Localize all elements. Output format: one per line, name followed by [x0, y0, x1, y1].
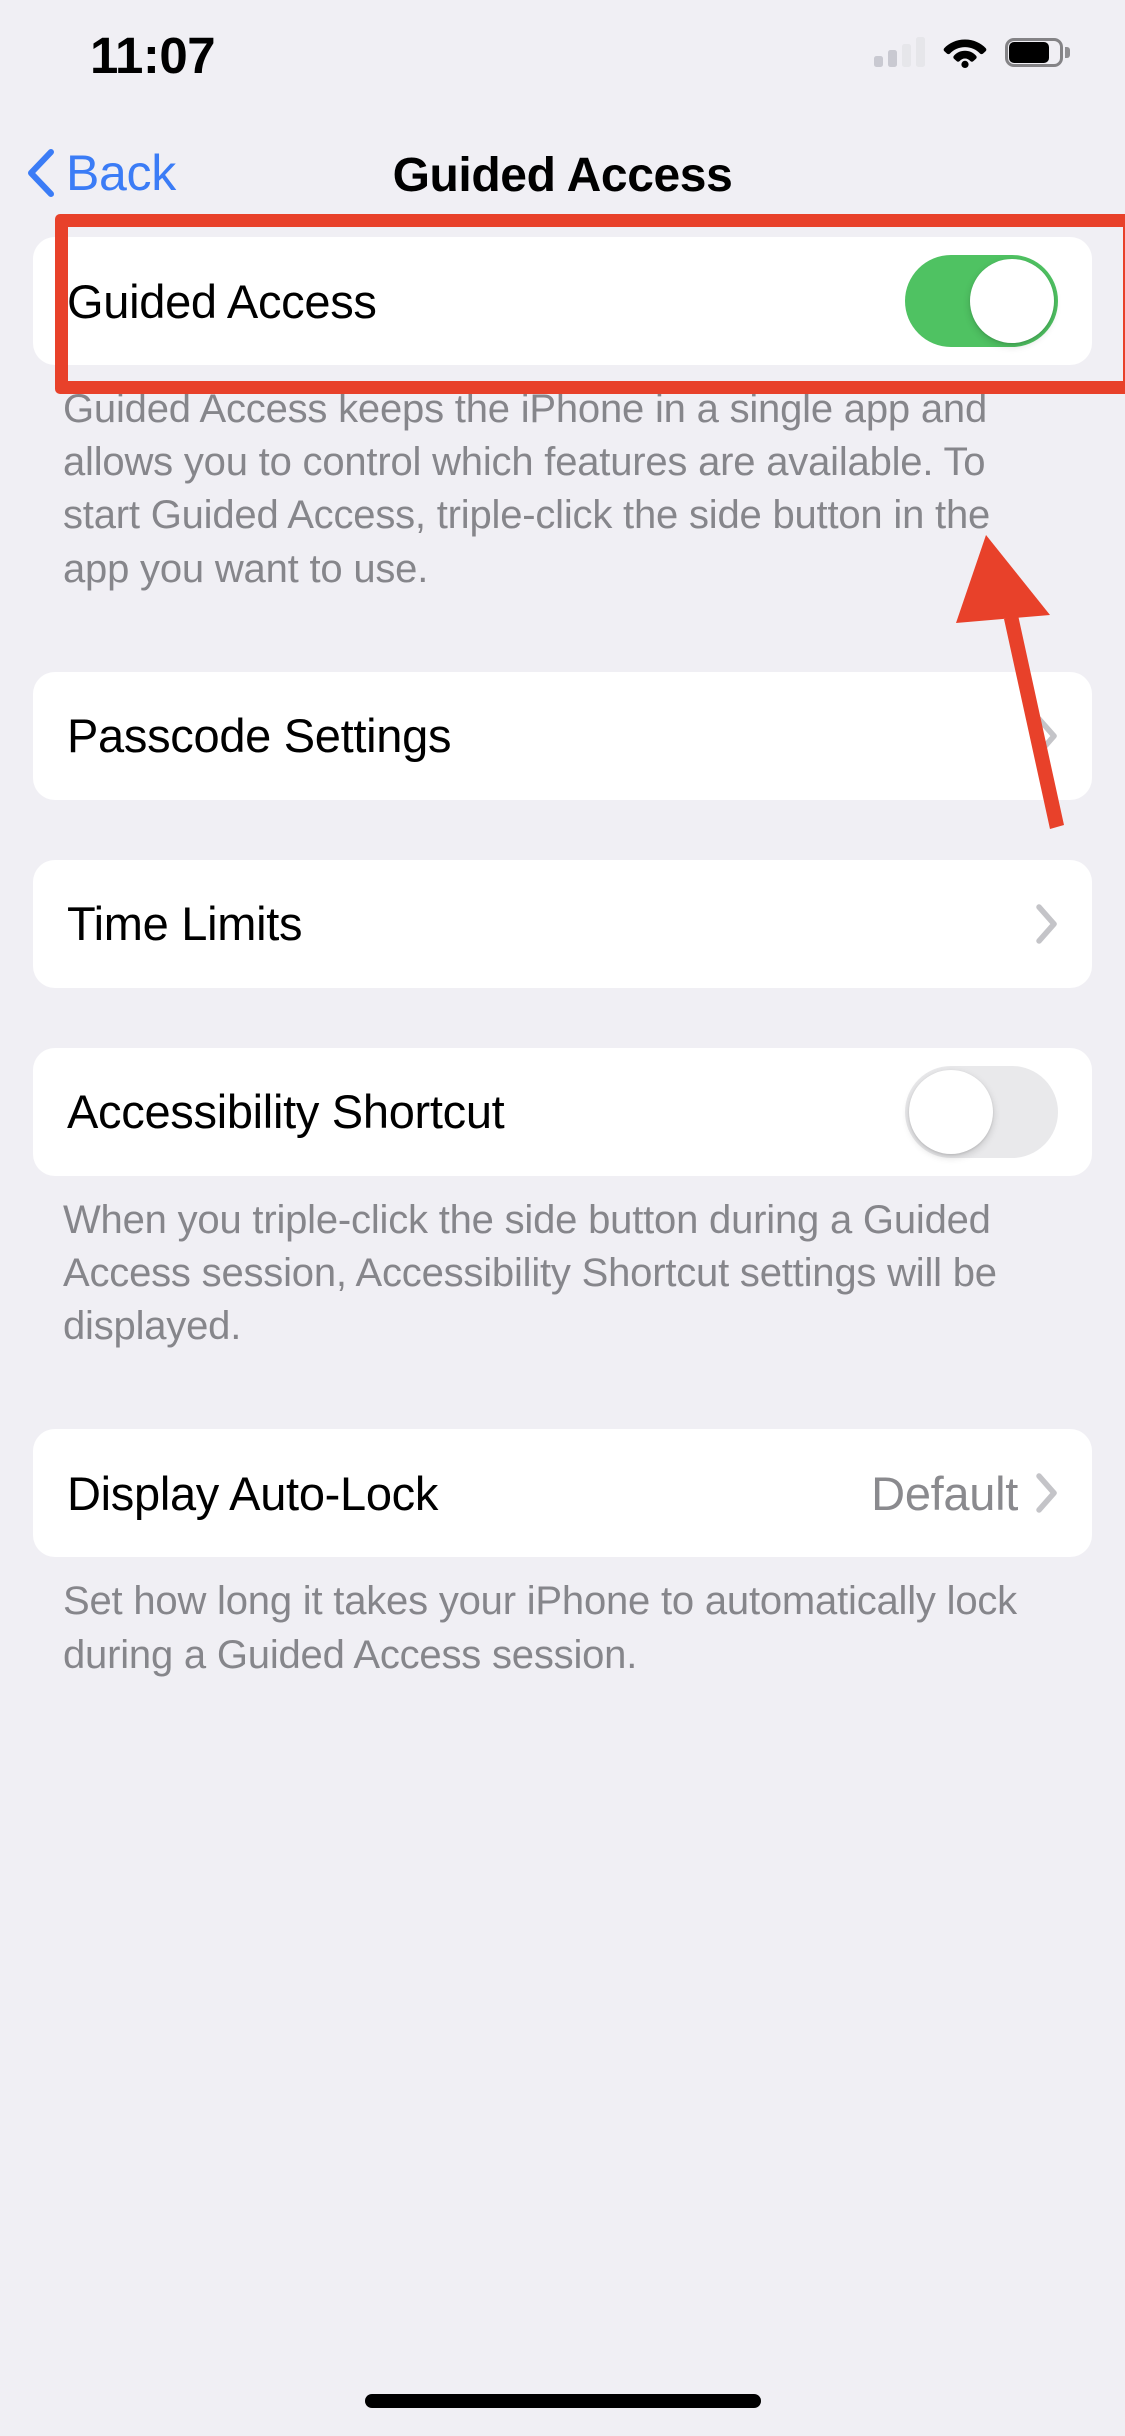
toggle-knob — [970, 259, 1054, 343]
status-bar: 11:07 — [0, 0, 1125, 132]
guided-access-card: Guided Access — [33, 214, 1125, 394]
passcode-settings-card: Passcode Settings — [33, 671, 1092, 800]
guided-access-label: Guided Access — [67, 274, 377, 328]
guided-access-row[interactable]: Guided Access — [33, 237, 1092, 365]
accessibility-shortcut-card: Accessibility Shortcut — [33, 1047, 1092, 1176]
accessibility-shortcut-footnote: When you triple-click the side button du… — [63, 1197, 997, 1349]
accessibility-shortcut-label: Accessibility Shortcut — [67, 1085, 505, 1139]
status-bar-indicators — [874, 28, 1070, 76]
status-bar-clock: 11:07 — [90, 27, 216, 84]
cellular-signal-icon — [874, 37, 925, 67]
home-indicator — [364, 2394, 761, 2408]
display-auto-lock-value: Default — [871, 1466, 1018, 1520]
guided-access-toggle[interactable] — [905, 255, 1058, 347]
page-title: Guided Access — [392, 149, 733, 202]
battery-icon — [1005, 37, 1070, 67]
navigation-bar: Back Guided Access — [0, 132, 1125, 237]
chevron-right-icon — [1036, 1473, 1058, 1514]
iphone-screen: 11:07 Back Guided Access Guided Access G… — [0, 0, 1125, 2436]
chevron-right-icon — [1036, 716, 1058, 756]
wifi-icon — [943, 36, 987, 68]
settings-list: Guided Access Guided Access keeps the iP… — [0, 214, 1125, 1682]
display-auto-lock-row[interactable]: Display Auto-Lock Default — [33, 1429, 1092, 1557]
time-limits-row[interactable]: Time Limits — [33, 860, 1092, 988]
time-limits-label: Time Limits — [67, 897, 303, 951]
accessibility-shortcut-toggle[interactable] — [905, 1065, 1058, 1158]
toggle-knob — [909, 1069, 993, 1154]
accessibility-shortcut-row[interactable]: Accessibility Shortcut — [33, 1048, 1092, 1176]
display-auto-lock-label: Display Auto-Lock — [67, 1466, 439, 1520]
display-auto-lock-card: Display Auto-Lock Default — [33, 1429, 1092, 1558]
display-auto-lock-footnote: Set how long it takes your iPhone to aut… — [63, 1579, 1017, 1677]
chevron-right-icon — [1036, 904, 1058, 944]
time-limits-card: Time Limits — [33, 859, 1092, 988]
passcode-settings-label: Passcode Settings — [67, 709, 452, 763]
passcode-settings-row[interactable]: Passcode Settings — [33, 672, 1092, 800]
guided-access-footnote: Guided Access keeps the iPhone in a sing… — [63, 387, 991, 591]
